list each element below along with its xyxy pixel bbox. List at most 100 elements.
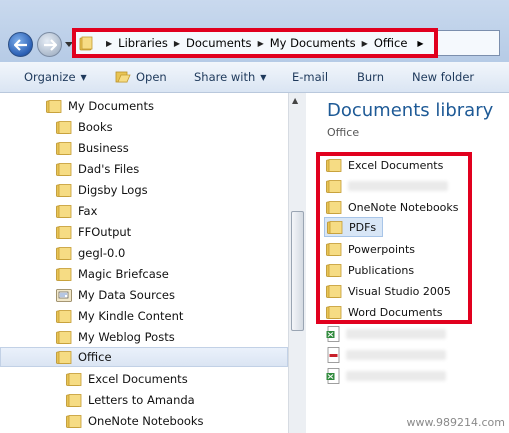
- share-with-label: Share with: [194, 70, 256, 84]
- tree-item-label: FFOutput: [78, 225, 132, 239]
- email-label: E-mail: [292, 70, 329, 84]
- tree-item-fax[interactable]: Fax: [56, 201, 97, 221]
- list-item-excel-file[interactable]: [326, 324, 446, 344]
- folder-icon: [66, 414, 82, 428]
- list-item-powerpoints[interactable]: Powerpoints: [326, 239, 415, 259]
- tree-item-my-documents[interactable]: My Documents: [46, 96, 154, 116]
- breadcrumb-office[interactable]: Office: [374, 36, 408, 50]
- tree-item-digsby-logs[interactable]: Digsby Logs: [56, 180, 148, 200]
- excel-file-icon: [326, 368, 340, 384]
- folder-icon: [56, 309, 72, 323]
- tree-item-office[interactable]: Office: [0, 347, 288, 367]
- tree-item-books[interactable]: Books: [56, 117, 113, 137]
- list-item-label: Word Documents: [348, 305, 443, 319]
- tree-item-my-kindle-content[interactable]: My Kindle Content: [56, 306, 183, 326]
- tree-item-onenote-notebooks[interactable]: OneNote Notebooks: [66, 411, 204, 431]
- address-bar-area: ▶ Libraries ▶ Documents ▶ My Documents ▶…: [0, 0, 509, 62]
- tree-item-label: Fax: [78, 204, 98, 218]
- content-pane: Documents library Office Excel Documents…: [306, 93, 509, 433]
- navigation-pane: My Documents Books Business Dad's Files …: [0, 93, 288, 433]
- command-toolbar: Organize ▼ Open Share with ▼ E-mail Burn…: [0, 62, 509, 93]
- open-folder-icon: [115, 71, 131, 83]
- list-item-word-documents[interactable]: Word Documents: [326, 302, 443, 322]
- folder-icon: [56, 183, 72, 197]
- back-button[interactable]: [8, 32, 33, 57]
- breadcrumb: ▶ Libraries ▶ Documents ▶ My Documents ▶…: [73, 31, 424, 55]
- pdf-file-icon: [327, 347, 340, 363]
- tree-item-label: My Data Sources: [78, 288, 175, 302]
- breadcrumb-documents[interactable]: Documents: [186, 36, 252, 50]
- tree-item-magic-briefcase[interactable]: Magic Briefcase: [56, 264, 169, 284]
- organize-label: Organize: [24, 70, 76, 84]
- new-folder-label: New folder: [412, 70, 475, 84]
- data-sources-folder-icon: [56, 288, 72, 302]
- open-button[interactable]: Open: [115, 62, 167, 92]
- folder-icon: [326, 200, 342, 214]
- folder-icon: [56, 330, 72, 344]
- tree-item-dads-files[interactable]: Dad's Files: [56, 159, 139, 179]
- forward-button[interactable]: [37, 32, 62, 57]
- folder-icon: [56, 120, 72, 134]
- tree-item-label: gegl-0.0: [78, 246, 126, 260]
- arrow-right-icon: [43, 38, 57, 51]
- library-title: Documents library: [327, 100, 494, 121]
- new-folder-button[interactable]: New folder: [412, 62, 474, 92]
- chevron-right-icon[interactable]: ▶: [417, 39, 423, 48]
- watermark: www.989214.com: [406, 416, 505, 429]
- scrollbar-thumb[interactable]: [291, 211, 304, 331]
- list-item-label: OneNote Notebooks: [348, 200, 459, 214]
- organize-button[interactable]: Organize ▼: [24, 62, 87, 92]
- folder-icon: [56, 246, 72, 260]
- list-item-label: Excel Documents: [348, 158, 444, 172]
- list-item-label: Visual Studio 2005: [348, 284, 451, 298]
- folder-icon: [326, 263, 342, 277]
- folder-icon: [66, 372, 82, 386]
- folder-icon: [327, 220, 343, 234]
- folder-icon: [326, 158, 342, 172]
- tree-item-excel-documents[interactable]: Excel Documents: [66, 369, 188, 389]
- tree-item-label: My Weblog Posts: [78, 330, 175, 344]
- list-item-pdf-file[interactable]: [326, 345, 446, 365]
- folder-icon: [56, 350, 72, 364]
- redacted-label: [348, 181, 448, 191]
- chevron-right-icon[interactable]: ▶: [174, 39, 180, 48]
- tree-item-gegl[interactable]: gegl-0.0: [56, 243, 125, 263]
- tree-item-my-weblog-posts[interactable]: My Weblog Posts: [56, 327, 175, 347]
- breadcrumb-my-documents[interactable]: My Documents: [270, 36, 356, 50]
- folder-icon: [66, 393, 82, 407]
- email-button[interactable]: E-mail: [292, 62, 328, 92]
- arrow-left-icon: [13, 38, 27, 51]
- tree-item-ffoutput[interactable]: FFOutput: [56, 222, 131, 242]
- tree-item-letters-to-amanda[interactable]: Letters to Amanda: [66, 390, 195, 410]
- address-field[interactable]: ▶ Libraries ▶ Documents ▶ My Documents ▶…: [72, 30, 500, 56]
- folder-icon: [326, 305, 342, 319]
- tree-item-business[interactable]: Business: [56, 138, 129, 158]
- list-item-excel-documents[interactable]: Excel Documents: [326, 155, 443, 175]
- list-item-onenote-notebooks[interactable]: OneNote Notebooks: [326, 197, 459, 217]
- share-with-button[interactable]: Share with ▼: [194, 62, 266, 92]
- list-item-label: PDFs: [349, 220, 377, 234]
- tree-item-label: Business: [78, 141, 129, 155]
- tree-item-label: Books: [78, 120, 113, 134]
- chevron-right-icon[interactable]: ▶: [362, 39, 368, 48]
- navigation-scrollbar[interactable]: ▲: [288, 93, 306, 433]
- scroll-up-icon[interactable]: ▲: [292, 96, 298, 105]
- tree-item-my-data-sources[interactable]: My Data Sources: [56, 285, 175, 305]
- breadcrumb-libraries[interactable]: Libraries: [118, 36, 168, 50]
- list-item-excel-file[interactable]: [326, 366, 446, 386]
- library-subtitle: Office: [327, 126, 360, 139]
- excel-file-icon: [326, 326, 340, 342]
- list-item-pdfs[interactable]: PDFs: [324, 217, 384, 237]
- list-item-visual-studio-2005[interactable]: Visual Studio 2005: [326, 281, 451, 301]
- list-item-redacted[interactable]: [326, 176, 448, 196]
- folder-icon: [326, 284, 342, 298]
- chevron-right-icon[interactable]: ▶: [106, 39, 112, 48]
- tree-item-label: My Kindle Content: [78, 309, 184, 323]
- burn-button[interactable]: Burn: [357, 62, 384, 92]
- list-item-label: Powerpoints: [348, 242, 416, 256]
- folder-icon: [56, 204, 72, 218]
- folder-icon: [56, 225, 72, 239]
- chevron-right-icon[interactable]: ▶: [258, 39, 264, 48]
- redacted-filename: [346, 329, 446, 339]
- list-item-publications[interactable]: Publications: [326, 260, 414, 280]
